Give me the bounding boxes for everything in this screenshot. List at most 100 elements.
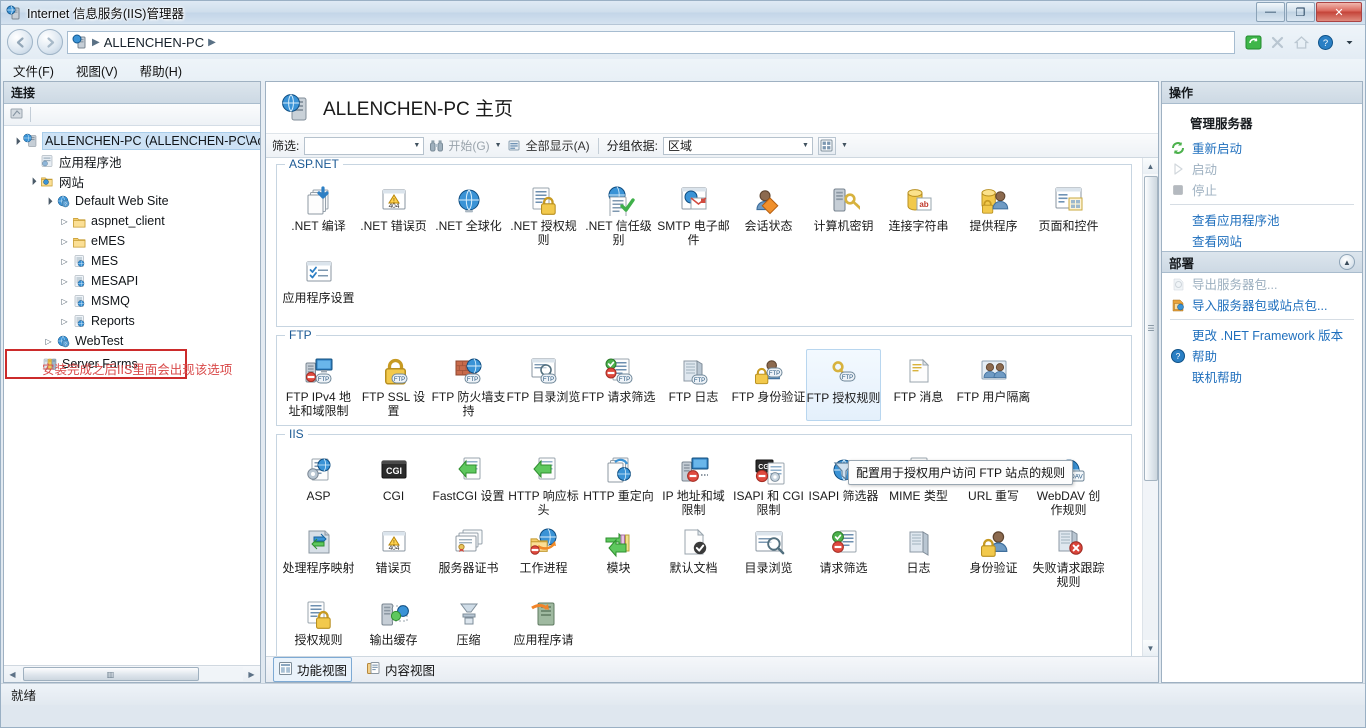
action-item[interactable]: 查看应用程序池: [1162, 209, 1362, 230]
menu-view[interactable]: 视图(V): [76, 61, 118, 80]
feature-item[interactable]: 计算机密钥: [806, 178, 881, 250]
group-by-select[interactable]: 区域 ▼: [662, 136, 813, 155]
feature-item[interactable]: 压缩: [431, 592, 506, 656]
vscroll-down-arrow[interactable]: ▼: [1142, 640, 1158, 656]
minimize-button[interactable]: —: [1256, 2, 1285, 22]
connections-tree[interactable]: ◢ ALLENCHEN-PC (ALLENCHEN-PC\Ad 应用程序池 ◢ 网站 ◢?…: [4, 126, 260, 665]
feature-item[interactable]: FTP FTP 请求筛选: [581, 349, 656, 421]
feature-item[interactable]: 请求筛选: [806, 520, 881, 592]
tree-item-default[interactable]: ◢? Default Web Site: [4, 191, 260, 211]
feature-item[interactable]: HTTP 响应标头: [506, 448, 581, 520]
feature-item[interactable]: 目录浏览: [731, 520, 806, 592]
connect-icon[interactable]: [9, 106, 24, 124]
feature-item[interactable]: FTP FTP 目录浏览: [506, 349, 581, 421]
filter-go-button[interactable]: 开始(G): [429, 137, 490, 154]
feature-item[interactable]: 授权规则: [281, 592, 356, 656]
feature-item[interactable]: ab 连接字符串: [881, 178, 956, 250]
forward-arrow-icon[interactable]: [37, 29, 63, 55]
chevron-down-icon[interactable]: ▼: [802, 142, 809, 149]
tree-expander-icon[interactable]: ▷: [58, 297, 71, 306]
breadcrumb-path[interactable]: ALLENCHEN-PC: [104, 35, 204, 50]
vscroll-thumb[interactable]: ☰: [1144, 176, 1158, 481]
action-item[interactable]: 导入服务器包或站点包...: [1162, 294, 1362, 315]
feature-item[interactable]: .NET 编译: [281, 178, 356, 250]
feature-item[interactable]: 提供程序: [956, 178, 1031, 250]
tree-expand-collapse-icon[interactable]: ◢: [25, 174, 40, 189]
breadcrumb-separator-2[interactable]: ▶: [208, 37, 216, 48]
feature-item[interactable]: 默认文档: [656, 520, 731, 592]
feature-item[interactable]: 应用程序设置: [281, 250, 356, 322]
tree-item-msmq[interactable]: ▷ MSMQ: [4, 291, 260, 311]
tree-expander-icon[interactable]: ▷: [58, 317, 71, 326]
features-vscrollbar[interactable]: ▲ ☰ ▼: [1142, 158, 1158, 656]
feature-item[interactable]: ASP: [281, 448, 356, 520]
hscroll-right-arrow[interactable]: ▶: [243, 670, 260, 679]
action-item[interactable]: ? 帮助: [1162, 345, 1362, 366]
feature-item[interactable]: 身份验证: [956, 520, 1031, 592]
tree-expander-icon[interactable]: ▷: [58, 277, 71, 286]
connections-hscrollbar[interactable]: ◀ ▥ ▶: [4, 665, 260, 682]
feature-item[interactable]: HTTP 重定向: [581, 448, 656, 520]
collapse-section-button[interactable]: ▲: [1339, 254, 1355, 270]
feature-item[interactable]: 页面和控件: [1031, 178, 1106, 250]
feature-item[interactable]: 应用程序请: [506, 592, 581, 656]
chevron-down-icon[interactable]: ▼: [413, 142, 420, 149]
action-item[interactable]: 联机帮助: [1162, 366, 1362, 387]
feature-item[interactable]: FTP 消息: [881, 349, 956, 421]
dropdown-caret-icon[interactable]: [1339, 32, 1359, 52]
menu-help[interactable]: 帮助(H): [140, 61, 182, 80]
feature-item[interactable]: FastCGI 设置: [431, 448, 506, 520]
close-button[interactable]: ✕: [1316, 2, 1362, 22]
feature-item[interactable]: SMTP 电子邮件: [656, 178, 731, 250]
feature-item[interactable]: 会话状态: [731, 178, 806, 250]
action-item[interactable]: 停止: [1162, 179, 1362, 200]
tree-expand-collapse-icon[interactable]: ◢: [41, 194, 56, 209]
feature-item[interactable]: FTP FTP 授权规则: [806, 349, 881, 421]
feature-item[interactable]: .NET 信任级别: [581, 178, 656, 250]
tree-expander-icon[interactable]: ▷: [58, 257, 71, 266]
tree-expander-icon[interactable]: ▷: [42, 337, 55, 346]
feature-item[interactable]: FTP FTP IPv4 地址和域限制: [281, 349, 356, 421]
tab-content-view[interactable]: 内容视图: [362, 658, 439, 681]
breadcrumb[interactable]: ▶ ALLENCHEN-PC ▶: [67, 30, 1235, 54]
help-icon[interactable]: ?: [1315, 32, 1335, 52]
back-arrow-icon[interactable]: [7, 29, 33, 55]
tree-expander-icon[interactable]: ▷: [58, 237, 71, 246]
go-dropdown-caret-icon[interactable]: ▼: [495, 142, 502, 149]
feature-item[interactable]: CGI CGI: [356, 448, 431, 520]
feature-item[interactable]: FTP FTP 防火墙支持: [431, 349, 506, 421]
tree-item-[interactable]: 应用程序池: [4, 151, 260, 171]
tab-features-view[interactable]: 功能视图: [273, 657, 353, 682]
view-mode-icon[interactable]: [817, 136, 836, 155]
feature-item[interactable]: 处理程序映射: [281, 520, 356, 592]
show-all-button[interactable]: 全部显示(A): [507, 137, 590, 154]
feature-item[interactable]: ! 404 错误页: [356, 520, 431, 592]
refresh-icon[interactable]: [1243, 32, 1263, 52]
feature-item[interactable]: FTP FTP 身份验证: [731, 349, 806, 421]
feature-item[interactable]: .NET 授权规则: [506, 178, 581, 250]
tree-expander-icon[interactable]: ▷: [58, 217, 71, 226]
feature-item[interactable]: 工作进程: [506, 520, 581, 592]
feature-item[interactable]: IP 地址和域限制: [656, 448, 731, 520]
feature-item[interactable]: ! 404 .NET 错误页: [356, 178, 431, 250]
feature-item[interactable]: 服务器证书: [431, 520, 506, 592]
feature-item[interactable]: FTP 用户隔离: [956, 349, 1031, 421]
action-item[interactable]: 启动: [1162, 158, 1362, 179]
action-item[interactable]: 导出服务器包...: [1162, 273, 1362, 294]
view-dropdown-caret-icon[interactable]: ▼: [841, 142, 848, 149]
maximize-button[interactable]: ❐: [1286, 2, 1315, 22]
feature-item[interactable]: 日志: [881, 520, 956, 592]
action-item[interactable]: 更改 .NET Framework 版本: [1162, 324, 1362, 345]
tree-item-webtest[interactable]: ▷? WebTest: [4, 331, 260, 351]
home-icon[interactable]: [1291, 32, 1311, 52]
menu-file[interactable]: 文件(F): [13, 61, 54, 80]
feature-item[interactable]: 失败请求跟踪规则: [1031, 520, 1106, 592]
feature-item[interactable]: CGI ISAPI 和 CGI 限制: [731, 448, 806, 520]
hscroll-track[interactable]: ▥: [21, 667, 243, 681]
feature-item[interactable]: FTP FTP 日志: [656, 349, 731, 421]
feature-item[interactable]: 输出缓存: [356, 592, 431, 656]
tree-item-reports[interactable]: ▷ Reports: [4, 311, 260, 331]
tree-item-mes[interactable]: ▷ MES: [4, 251, 260, 271]
action-item[interactable]: 查看网站: [1162, 230, 1362, 251]
tree-item-[interactable]: ◢ 网站: [4, 171, 260, 191]
